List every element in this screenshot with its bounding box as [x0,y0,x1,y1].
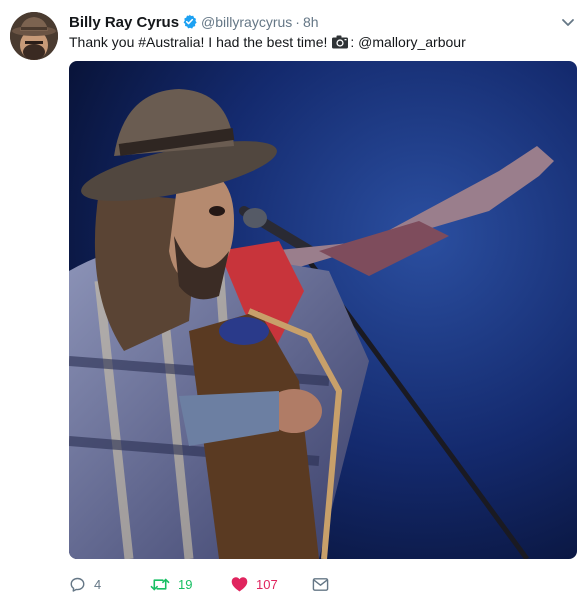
envelope-icon [312,577,329,591]
reply-count: 4 [94,576,102,592]
like-count: 107 [256,576,278,592]
retweet-button[interactable]: 19 [150,572,192,596]
reply-icon [70,577,85,592]
tweet-text: Thank you #Australia! I had the best tim… [69,33,576,51]
author-name[interactable]: Billy Ray Cyrus [69,14,179,31]
tweet-card: Billy Ray Cyrus @billyraycyrus · 8h Than… [0,0,588,608]
tweet-actions: 4 19 107 [69,572,489,596]
direct-message-button[interactable] [312,572,329,596]
author-avatar[interactable] [10,12,58,60]
tweet-timestamp[interactable]: 8h [303,14,319,30]
chevron-down-icon[interactable] [560,14,576,30]
retweet-count: 19 [178,576,193,592]
tweet-photo[interactable] [69,61,577,559]
concert-photo [69,61,577,559]
retweet-icon [150,578,170,590]
heart-icon [231,577,248,592]
tweet-text-main: Thank you #Australia! I had the best tim… [69,34,328,50]
like-button[interactable]: 107 [231,572,278,596]
header-separator: · [295,14,300,30]
verified-badge-icon [182,14,197,29]
avatar-image [10,12,58,60]
reply-button[interactable]: 4 [69,572,101,596]
camera-icon [331,35,349,49]
tweet-header: Billy Ray Cyrus @billyraycyrus · 8h [69,12,548,32]
photo-credit[interactable]: : @mallory_arbour [350,33,465,51]
author-handle[interactable]: @billyraycyrus [201,14,292,30]
